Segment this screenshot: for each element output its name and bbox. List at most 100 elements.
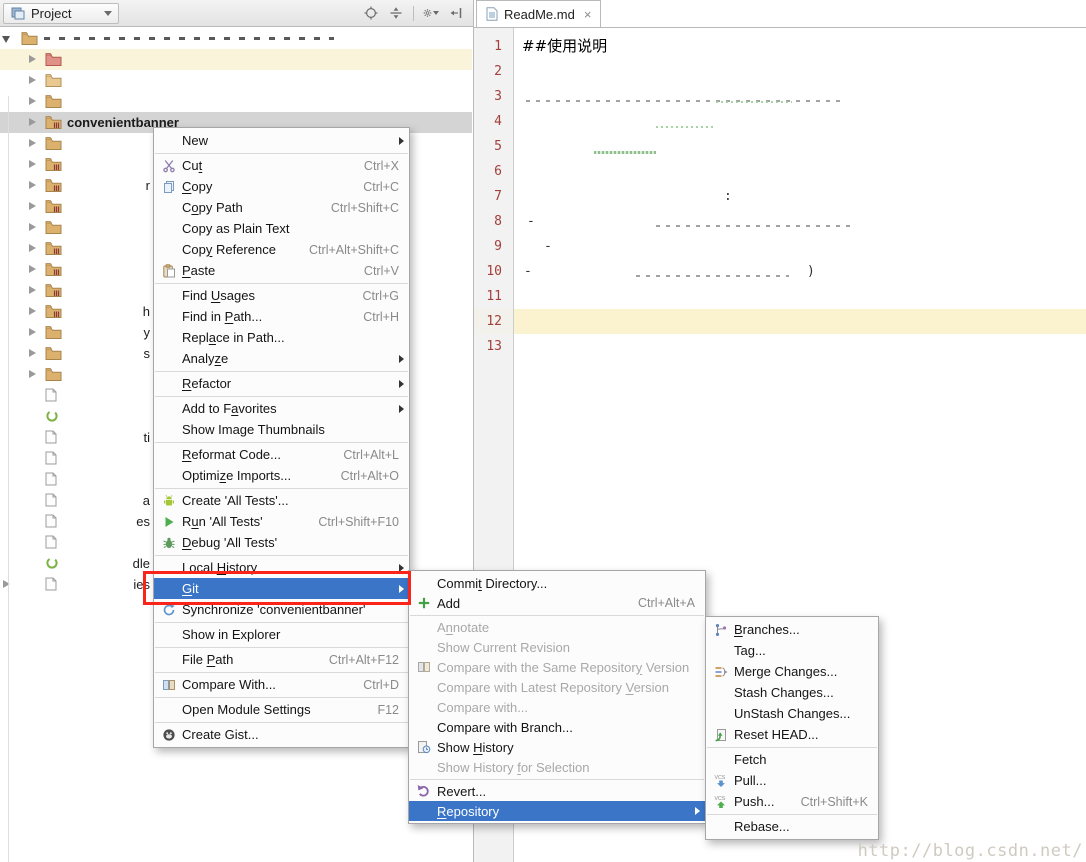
tab-readme[interactable]: ReadMe.md × bbox=[476, 0, 602, 27]
expand-arrow-icon[interactable] bbox=[29, 202, 36, 210]
menu-item-find-in-path[interactable]: Find in Path... Ctrl+H bbox=[154, 306, 409, 327]
menu-item-branches[interactable]: Branches... bbox=[706, 619, 878, 640]
menu-item-merge-changes[interactable]: Merge Changes... bbox=[706, 661, 878, 682]
expand-arrow-icon[interactable] bbox=[29, 328, 36, 336]
tree-row[interactable] bbox=[0, 49, 472, 70]
splitter-icon[interactable] bbox=[388, 5, 404, 21]
menu-item-optimize-imports[interactable]: Optimize Imports... Ctrl+Alt+O bbox=[154, 465, 409, 486]
expand-arrow-icon[interactable] bbox=[29, 349, 36, 357]
menu-item-create-gist[interactable]: Create Gist... bbox=[154, 724, 409, 745]
tree-row[interactable] bbox=[0, 28, 472, 49]
folder-icon bbox=[21, 31, 38, 46]
menu-item-fetch[interactable]: Fetch bbox=[706, 749, 878, 770]
menu-item-pull[interactable]: VCS Pull... bbox=[706, 770, 878, 791]
expand-arrow-icon[interactable] bbox=[29, 55, 36, 63]
menu-item-find-usages[interactable]: Find Usages Ctrl+G bbox=[154, 285, 409, 306]
menu-item-label: Repository bbox=[437, 803, 500, 819]
menu-item-file-path[interactable]: File Path Ctrl+Alt+F12 bbox=[154, 649, 409, 670]
menu-item-analyze[interactable]: Analyze bbox=[154, 348, 409, 369]
expand-arrow-icon[interactable] bbox=[29, 139, 36, 147]
expand-arrow-icon[interactable] bbox=[29, 223, 36, 231]
menu-item-paste[interactable]: Paste Ctrl+V bbox=[154, 260, 409, 281]
menu-item-icon-slot bbox=[159, 702, 178, 718]
menu-item-debug-all-tests[interactable]: Debug 'All Tests' bbox=[154, 532, 409, 553]
tab-close-icon[interactable]: × bbox=[584, 8, 592, 21]
tree-row[interactable] bbox=[0, 91, 472, 112]
menu-item-label: Fetch bbox=[734, 752, 767, 767]
locate-icon[interactable] bbox=[363, 5, 379, 21]
menu-item-label: Compare with Latest Repository Version bbox=[437, 679, 669, 695]
project-view-selector[interactable]: Project bbox=[3, 2, 119, 24]
menu-item-rebase[interactable]: Rebase... bbox=[706, 816, 878, 837]
menu-item-copy[interactable]: Copy Ctrl+C bbox=[154, 176, 409, 197]
menu-item-new[interactable]: New bbox=[154, 130, 409, 151]
menu-item-add[interactable]: Add Ctrl+Alt+A bbox=[409, 593, 705, 613]
folder-icon bbox=[45, 220, 62, 235]
tree-row[interactable] bbox=[0, 70, 472, 91]
tree-item-label-fragment: ti bbox=[143, 429, 151, 445]
menu-item-copy-reference[interactable]: Copy Reference Ctrl+Alt+Shift+C bbox=[154, 239, 409, 260]
menu-item-show-in-explorer[interactable]: Show in Explorer bbox=[154, 624, 409, 645]
expand-arrow-icon[interactable] bbox=[29, 286, 36, 294]
menu-item-refactor[interactable]: Refactor bbox=[154, 373, 409, 394]
menu-item-stash-changes[interactable]: Stash Changes... bbox=[706, 682, 878, 703]
file-icon bbox=[45, 535, 62, 550]
menu-item-label: Merge Changes... bbox=[734, 664, 838, 679]
expand-arrow-icon[interactable] bbox=[29, 118, 36, 126]
menu-item-push[interactable]: VCS Push... Ctrl+Shift+K bbox=[706, 791, 878, 812]
gear-icon[interactable] bbox=[423, 5, 439, 21]
menu-item-copy-as-plain-text[interactable]: Copy as Plain Text bbox=[154, 218, 409, 239]
menu-item-icon-slot bbox=[414, 699, 433, 715]
menu-item-reformat-code[interactable]: Reformat Code... Ctrl+Alt+L bbox=[154, 444, 409, 465]
expand-arrow-icon[interactable] bbox=[29, 370, 36, 378]
menu-item-git[interactable]: Git bbox=[154, 578, 409, 599]
hide-panel-icon[interactable] bbox=[448, 5, 464, 21]
expand-arrow-icon[interactable] bbox=[29, 307, 36, 315]
expand-arrow-icon[interactable] bbox=[2, 36, 10, 43]
redacted-text-fragment: - bbox=[527, 214, 535, 229]
menu-item-synchronize-convenientbanner[interactable]: Synchronize 'convenientbanner' bbox=[154, 599, 409, 620]
line-number: 10 bbox=[486, 264, 502, 279]
menu-item-run-all-tests[interactable]: Run 'All Tests' Ctrl+Shift+F10 bbox=[154, 511, 409, 532]
expand-arrow-icon[interactable] bbox=[29, 160, 36, 168]
file-icon bbox=[45, 577, 62, 592]
expand-arrow-icon[interactable] bbox=[29, 97, 36, 105]
redacted-text-fragment: - bbox=[524, 264, 532, 279]
expand-arrow-icon[interactable] bbox=[29, 181, 36, 189]
module-folder-icon bbox=[45, 283, 62, 298]
menu-item-revert[interactable]: Revert... bbox=[409, 781, 705, 801]
menu-item-reset-head[interactable]: Reset HEAD... bbox=[706, 724, 878, 745]
menu-item-show-history[interactable]: Show History bbox=[409, 737, 705, 757]
menu-item-compare-with-branch[interactable]: Compare with Branch... bbox=[409, 717, 705, 737]
menu-separator bbox=[155, 646, 408, 648]
menu-item-label: Debug 'All Tests' bbox=[182, 535, 278, 550]
menu-item-compare-with[interactable]: Compare With... Ctrl+D bbox=[154, 674, 409, 695]
menu-item-open-module-settings[interactable]: Open Module Settings F12 bbox=[154, 699, 409, 720]
menu-item-copy-path[interactable]: Copy Path Ctrl+Shift+C bbox=[154, 197, 409, 218]
redacted-text-fragment: ) bbox=[807, 264, 815, 279]
menu-item-create-all-tests[interactable]: Create 'All Tests'... bbox=[154, 490, 409, 511]
menu-item-show-image-thumbnails[interactable]: Show Image Thumbnails bbox=[154, 419, 409, 440]
menu-item-repository[interactable]: Repository bbox=[409, 801, 705, 821]
cut-icon bbox=[159, 158, 178, 174]
sync-icon bbox=[159, 602, 178, 618]
menu-item-tag[interactable]: Tag... bbox=[706, 640, 878, 661]
submenu-arrow-icon bbox=[399, 404, 404, 413]
menu-item-local-history[interactable]: Local History bbox=[154, 557, 409, 578]
menu-item-replace-in-path[interactable]: Replace in Path... bbox=[154, 327, 409, 348]
menu-item-commit-directory[interactable]: Commit Directory... bbox=[409, 573, 705, 593]
menu-item-label: Commit Directory... bbox=[437, 575, 548, 591]
menu-item-shortcut: Ctrl+Alt+A bbox=[638, 596, 695, 610]
menu-item-unstash-changes[interactable]: UnStash Changes... bbox=[706, 703, 878, 724]
menu-separator bbox=[410, 778, 704, 780]
chevron-down-icon bbox=[104, 10, 112, 16]
menu-separator bbox=[155, 487, 408, 489]
expand-arrow-icon[interactable] bbox=[29, 265, 36, 273]
expand-arrow-icon[interactable] bbox=[29, 76, 36, 84]
expand-arrow-icon[interactable] bbox=[29, 244, 36, 252]
menu-item-cut[interactable]: Cut Ctrl+X bbox=[154, 155, 409, 176]
menu-item-add-to-favorites[interactable]: Add to Favorites bbox=[154, 398, 409, 419]
